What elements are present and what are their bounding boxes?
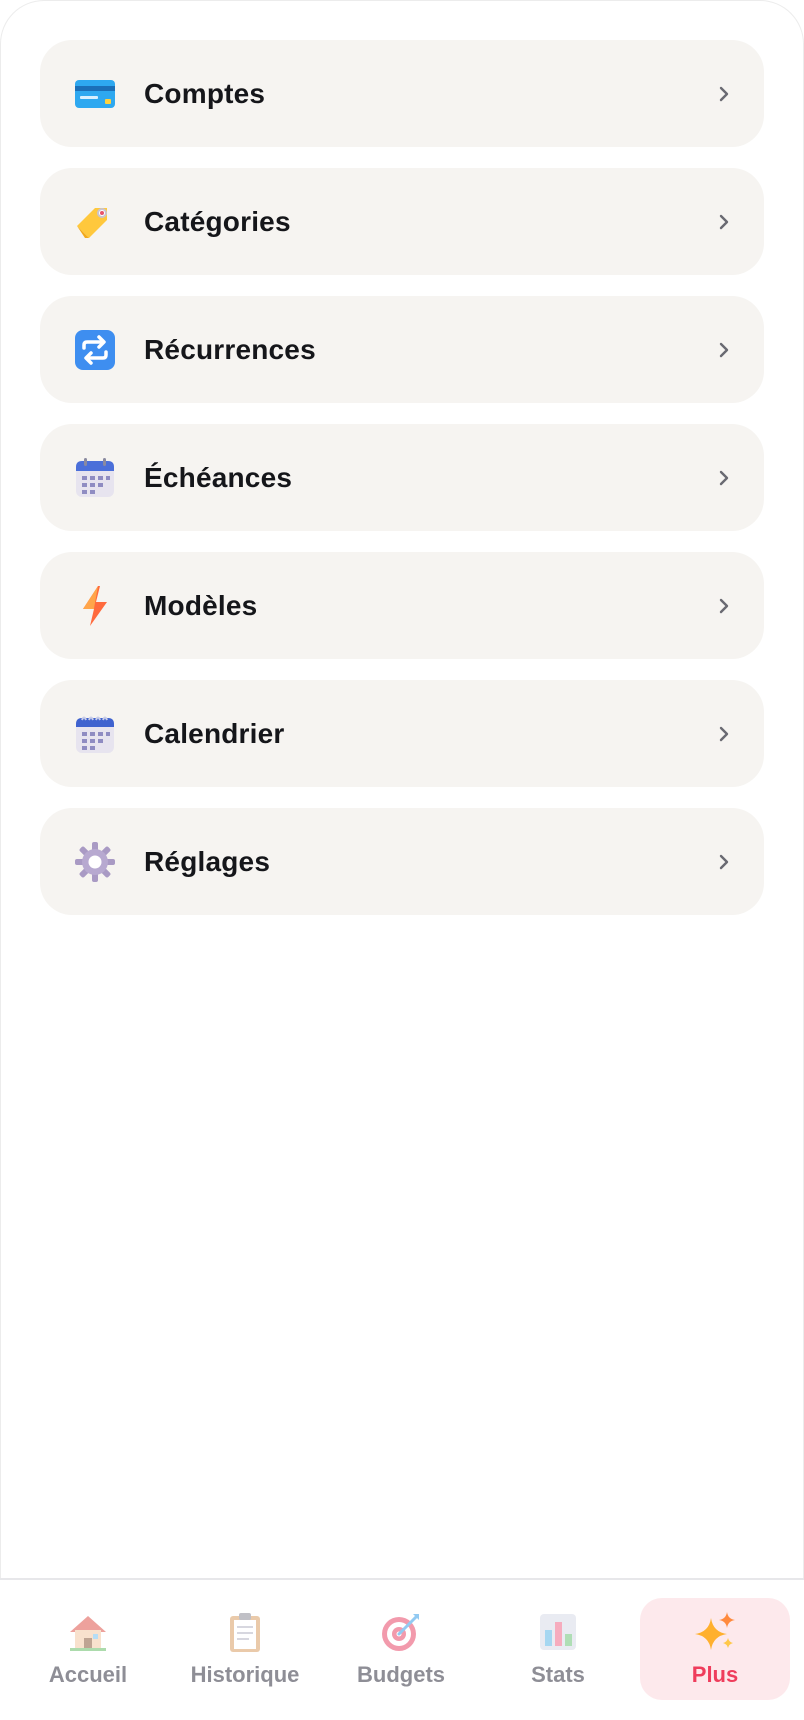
menu-item-label: Récurrences bbox=[144, 333, 316, 365]
tab-stats[interactable]: Stats bbox=[483, 1598, 633, 1700]
tab-accueil[interactable]: Accueil bbox=[13, 1598, 163, 1700]
menu-item-label: Modèles bbox=[144, 589, 258, 621]
menu-item-label: Réglages bbox=[144, 845, 271, 877]
sparkles-icon bbox=[693, 1610, 737, 1654]
menu-item-label: Calendrier bbox=[144, 717, 285, 749]
chevron-right-icon bbox=[714, 84, 734, 104]
calendar-icon bbox=[73, 456, 117, 500]
tab-label: Accueil bbox=[48, 1662, 128, 1687]
menu-item-label: Catégories bbox=[144, 205, 291, 237]
repeat-icon bbox=[73, 328, 117, 372]
menu-item-echeances[interactable]: Échéances bbox=[40, 424, 764, 531]
menu-item-modeles[interactable]: Modèles bbox=[40, 552, 764, 659]
lightning-icon bbox=[73, 584, 117, 628]
bottom-tab-bar: Accueil Historique Budgets Stats Plus bbox=[0, 1578, 804, 1720]
tab-label: Budgets bbox=[357, 1662, 445, 1687]
chevron-right-icon bbox=[714, 468, 734, 488]
spiral-calendar-icon bbox=[73, 712, 117, 756]
menu-item-label: Échéances bbox=[144, 461, 293, 493]
tab-budgets[interactable]: Budgets bbox=[326, 1598, 476, 1700]
chevron-right-icon bbox=[714, 340, 734, 360]
tab-historique[interactable]: Historique bbox=[170, 1598, 320, 1700]
more-menu: Comptes Catégories Récurrences Échéances… bbox=[40, 40, 764, 936]
menu-item-recurrences[interactable]: Récurrences bbox=[40, 296, 764, 403]
target-icon bbox=[379, 1610, 423, 1654]
bar-chart-icon bbox=[536, 1610, 580, 1654]
credit-card-icon bbox=[73, 72, 117, 116]
menu-item-comptes[interactable]: Comptes bbox=[40, 40, 764, 147]
label-tag-icon bbox=[73, 200, 117, 244]
chevron-right-icon bbox=[714, 212, 734, 232]
gear-icon bbox=[73, 840, 117, 884]
menu-item-label: Comptes bbox=[144, 77, 266, 109]
chevron-right-icon bbox=[714, 852, 734, 872]
tab-label: Historique bbox=[190, 1662, 300, 1687]
chevron-right-icon bbox=[714, 724, 734, 744]
clipboard-icon bbox=[223, 1610, 267, 1654]
tab-label: Stats bbox=[531, 1662, 585, 1687]
menu-item-reglages[interactable]: Réglages bbox=[40, 808, 764, 915]
tab-label: Plus bbox=[691, 1662, 739, 1687]
house-icon bbox=[66, 1610, 110, 1654]
menu-item-calendrier[interactable]: Calendrier bbox=[40, 680, 764, 787]
tab-plus[interactable]: Plus bbox=[640, 1598, 790, 1700]
menu-sheet: Comptes Catégories Récurrences Échéances… bbox=[0, 0, 804, 1580]
chevron-right-icon bbox=[714, 596, 734, 616]
menu-item-categories[interactable]: Catégories bbox=[40, 168, 764, 275]
